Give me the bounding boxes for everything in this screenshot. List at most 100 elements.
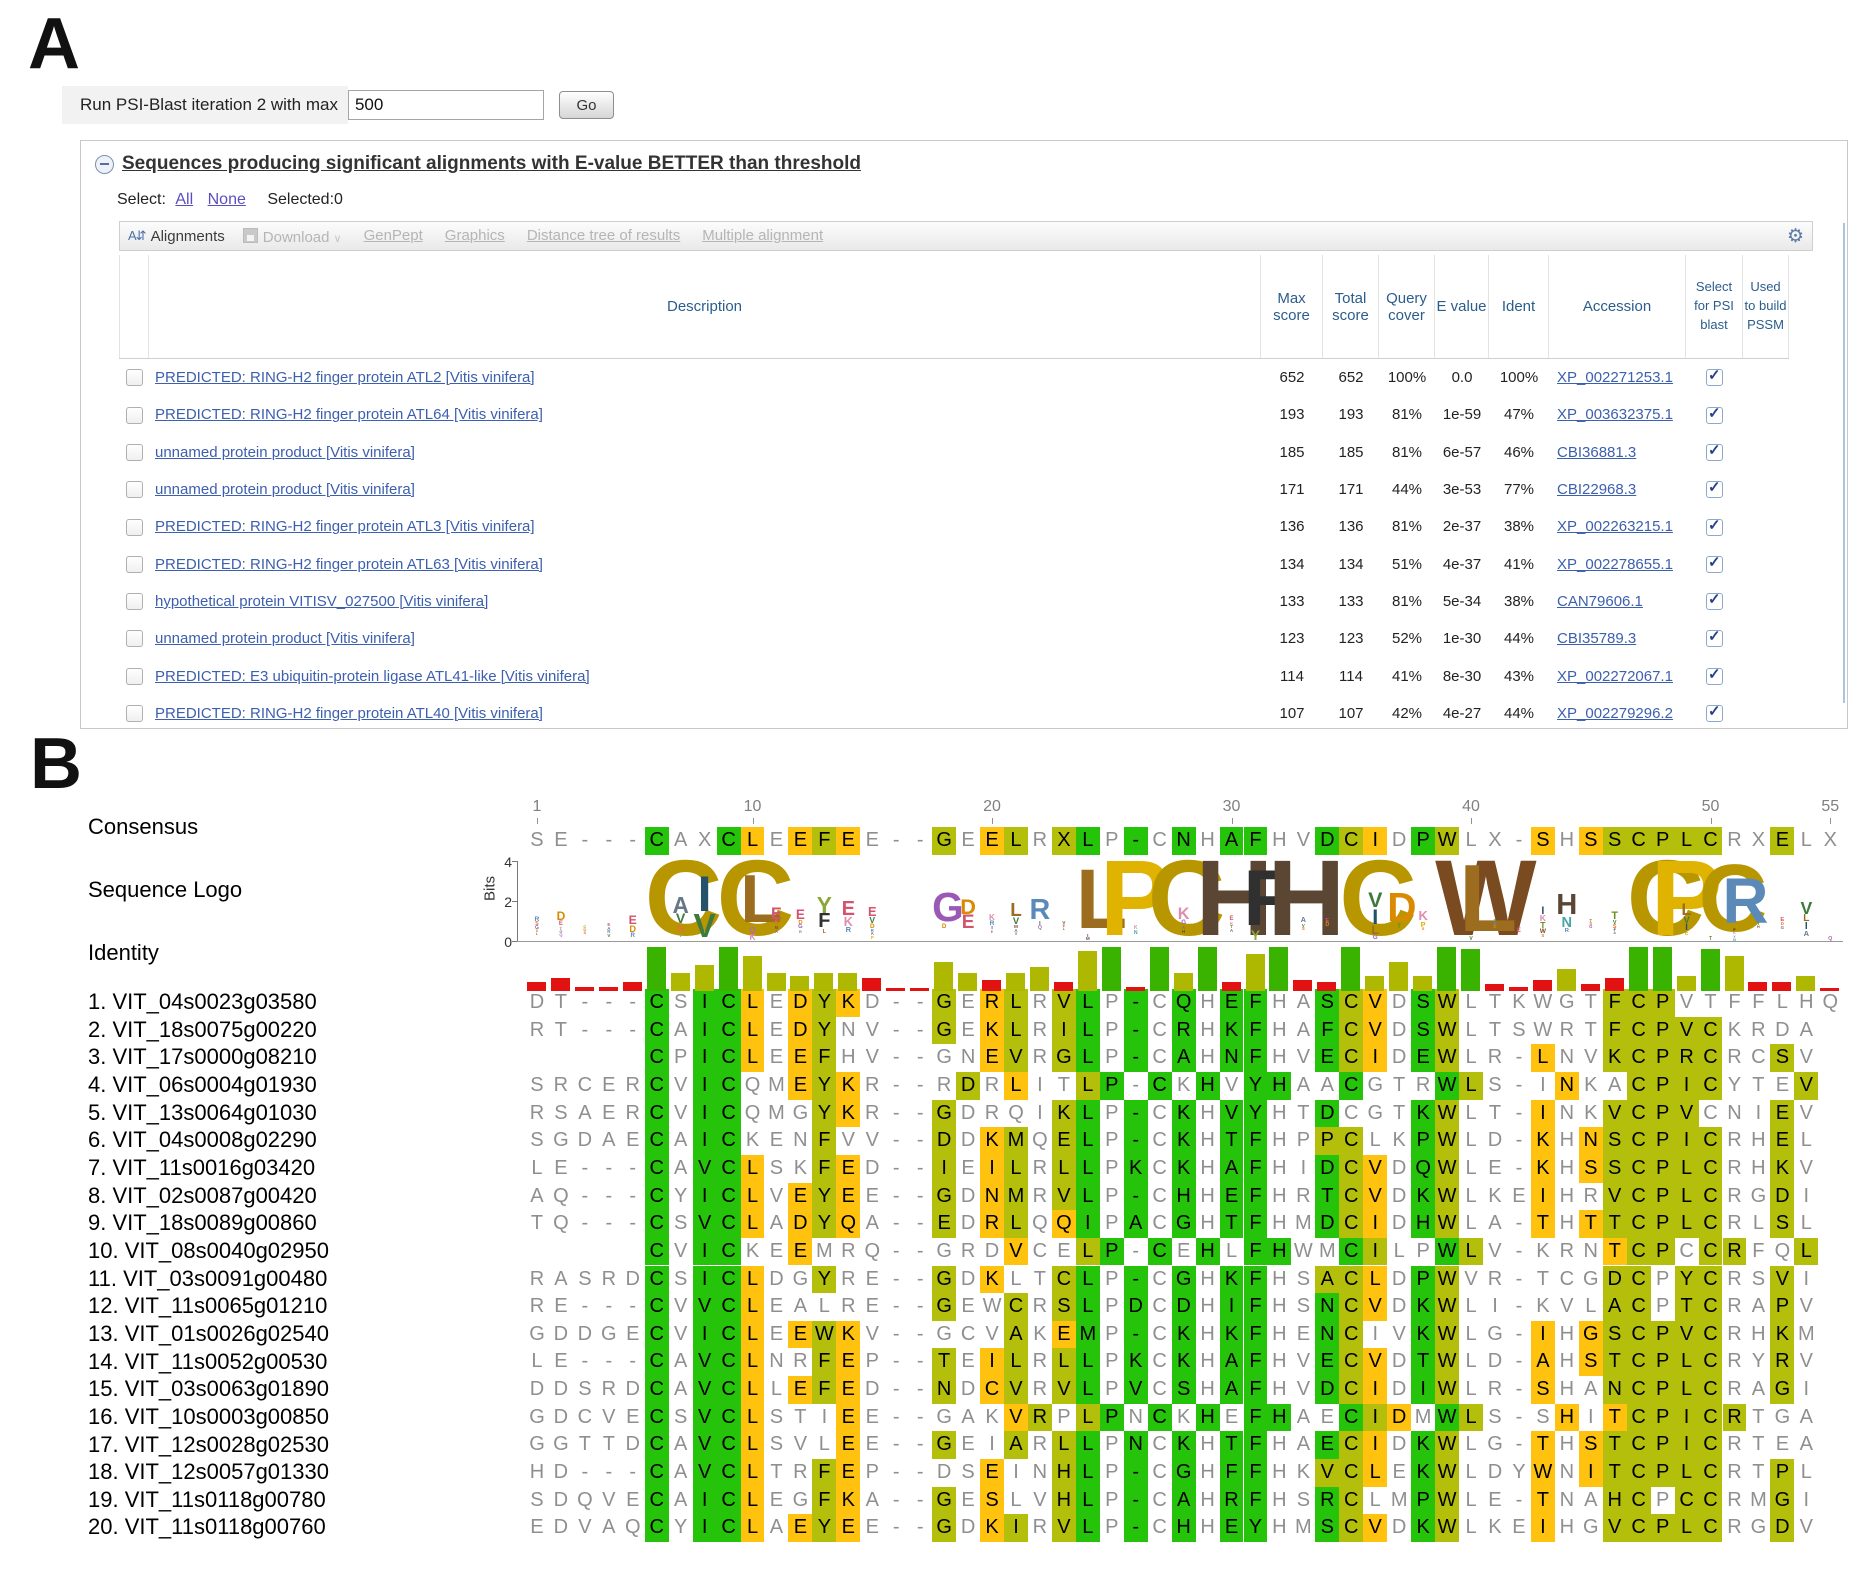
collapse-icon[interactable] — [95, 155, 114, 174]
header-query-cover[interactable]: Query cover — [1379, 255, 1435, 358]
accession-link[interactable]: XP_002263215.1 — [1557, 518, 1673, 535]
row-checkbox[interactable] — [126, 481, 143, 498]
description-link[interactable]: unnamed protein product [Vitis vinifera] — [155, 481, 415, 498]
residue-cell: Y — [812, 1072, 836, 1100]
description-link[interactable]: PREDICTED: RING-H2 finger protein ATL2 [… — [155, 369, 535, 386]
residue-cell: C — [717, 1183, 741, 1211]
max-sequences-input[interactable] — [348, 90, 544, 120]
row-checkbox[interactable] — [126, 593, 143, 610]
scrollbar[interactable] — [1843, 223, 1845, 703]
go-button[interactable]: Go — [559, 91, 614, 119]
toolbar-link-distance-tree-of-results[interactable]: Distance tree of results — [527, 227, 680, 244]
residue-cell: L — [741, 1376, 765, 1404]
row-checkbox[interactable] — [126, 556, 143, 573]
sequence-name[interactable]: 4. VIT_06s0004g01930 — [88, 1071, 329, 1099]
logo-letter: C — [1675, 932, 1699, 936]
sequence-name[interactable]: 14. VIT_11s0052g00530 — [88, 1348, 329, 1376]
sequence-name[interactable]: 20. VIT_11s0118g00760 — [88, 1513, 329, 1541]
description-link[interactable]: PREDICTED: RING-H2 finger protein ATL3 [… — [155, 518, 535, 535]
description-link[interactable]: unnamed protein product [Vitis vinifera] — [155, 630, 415, 647]
accession-link[interactable]: XP_003632375.1 — [1557, 406, 1673, 423]
accession-link[interactable]: XP_002278655.1 — [1557, 556, 1673, 573]
row-checkbox[interactable] — [126, 444, 143, 461]
description-link[interactable]: PREDICTED: RING-H2 finger protein ATL64 … — [155, 406, 543, 423]
header-max-score[interactable]: Max score — [1261, 255, 1323, 358]
accession-link[interactable]: CAN79606.1 — [1557, 593, 1643, 610]
accession-link[interactable]: CBI22968.3 — [1557, 481, 1636, 498]
toolbar-link-multiple-alignment[interactable]: Multiple alignment — [702, 227, 823, 244]
description-link[interactable]: PREDICTED: RING-H2 finger protein ATL63 … — [155, 556, 543, 573]
row-checkbox[interactable] — [126, 668, 143, 685]
header-total-score[interactable]: Total score — [1323, 255, 1379, 358]
residue-cell: W — [1435, 1238, 1459, 1266]
accession-link[interactable]: XP_002279296.2 — [1557, 705, 1673, 722]
sequence-name[interactable]: 17. VIT_12s0028g02530 — [88, 1431, 329, 1459]
sequence-name[interactable]: 19. VIT_11s0118g00780 — [88, 1486, 329, 1514]
sequence-name[interactable]: 7. VIT_11s0016g03420 — [88, 1154, 329, 1182]
description-link[interactable]: PREDICTED: RING-H2 finger protein ATL40 … — [155, 705, 543, 722]
residue-cell: D — [1172, 1293, 1196, 1321]
gear-icon[interactable]: ⚙ — [1787, 227, 1804, 246]
download-menu[interactable]: Download∨ — [243, 227, 342, 246]
sequence-name[interactable]: 1. VIT_04s0023g03580 — [88, 988, 329, 1016]
header-ident[interactable]: Ident — [1489, 255, 1549, 358]
sequence-name[interactable]: 18. VIT_12s0057g01330 — [88, 1458, 329, 1486]
accession-link[interactable]: XP_002272067.1 — [1557, 668, 1673, 685]
description-link[interactable]: PREDICTED: E3 ubiquitin-protein ligase A… — [155, 668, 590, 685]
row-checkbox[interactable] — [126, 519, 143, 536]
residue-cell: K — [1124, 1155, 1148, 1183]
sequence-name[interactable]: 9. VIT_18s0089g00860 — [88, 1209, 329, 1237]
sequence-name[interactable]: 15. VIT_03s0063g01890 — [88, 1375, 329, 1403]
sequence-name[interactable]: 16. VIT_10s0003g00850 — [88, 1403, 329, 1431]
residue-cell: C — [1627, 1376, 1651, 1404]
sequence-name[interactable]: 13. VIT_01s0026g02540 — [88, 1320, 329, 1348]
psi-checkbox[interactable]: ✓ — [1706, 407, 1723, 424]
psi-checkbox[interactable]: ✓ — [1706, 369, 1723, 386]
psi-checkbox[interactable]: ✓ — [1706, 705, 1723, 722]
residue-cell: I — [980, 1155, 1004, 1183]
sequence-name[interactable]: 5. VIT_13s0064g01030 — [88, 1099, 329, 1127]
row-checkbox[interactable] — [126, 407, 143, 424]
row-checkbox[interactable] — [126, 705, 143, 722]
accession-link[interactable]: CBI36881.3 — [1557, 444, 1636, 461]
description-link[interactable]: unnamed protein product [Vitis vinifera] — [155, 444, 415, 461]
sequence-name[interactable]: 6. VIT_04s0008g02290 — [88, 1126, 329, 1154]
select-all-link[interactable]: All — [175, 191, 193, 208]
residue-cell: G — [1770, 1404, 1794, 1432]
bits-dash — [512, 861, 517, 862]
sequence-name[interactable]: 8. VIT_02s0087g00420 — [88, 1182, 329, 1210]
sequence-name[interactable]: 3. VIT_17s0000g08210 — [88, 1043, 329, 1071]
psi-checkbox[interactable]: ✓ — [1706, 556, 1723, 573]
psi-checkbox[interactable]: ✓ — [1706, 444, 1723, 461]
alignments-tab[interactable]: A⇵ Alignments — [128, 228, 225, 245]
sequence-name[interactable]: 11. VIT_03s0091g00480 — [88, 1265, 329, 1293]
row-checkbox[interactable] — [126, 369, 143, 386]
sequence-name[interactable]: 2. VIT_18s0075g00220 — [88, 1016, 329, 1044]
psi-checkbox[interactable]: ✓ — [1706, 519, 1723, 536]
psi-checkbox[interactable]: ✓ — [1706, 630, 1723, 647]
residue-cell: - — [573, 989, 597, 1017]
accession-link[interactable]: CBI35789.3 — [1557, 630, 1636, 647]
toolbar-link-genpept[interactable]: GenPept — [364, 227, 423, 244]
residue-cell: V — [1770, 1266, 1794, 1294]
row-checkbox[interactable] — [126, 630, 143, 647]
psi-checkbox[interactable]: ✓ — [1706, 481, 1723, 498]
identity-label: Identity — [88, 940, 159, 966]
sequence-name[interactable]: 12. VIT_11s0065g01210 — [88, 1292, 329, 1320]
header-accession[interactable]: Accession — [1549, 255, 1686, 358]
residue-cell: F — [1244, 1376, 1268, 1404]
query-cover-cell: 41% — [1379, 668, 1435, 685]
residue-cell: R — [525, 1266, 549, 1294]
identity-bar — [1413, 976, 1432, 991]
identity-bar — [814, 973, 833, 991]
select-none-link[interactable]: None — [208, 191, 246, 208]
description-link[interactable]: hypothetical protein VITISV_027500 [Viti… — [155, 593, 488, 610]
psi-checkbox[interactable]: ✓ — [1706, 593, 1723, 610]
header-evalue[interactable]: E value — [1435, 255, 1489, 358]
accession-link[interactable]: XP_002271253.1 — [1557, 369, 1673, 386]
residue-cell: P — [1100, 1487, 1124, 1515]
psi-checkbox[interactable]: ✓ — [1706, 668, 1723, 685]
toolbar-link-graphics[interactable]: Graphics — [445, 227, 505, 244]
residue-cell: - — [1124, 1044, 1148, 1072]
sequence-name[interactable]: 10. VIT_08s0040g02950 — [88, 1237, 329, 1265]
